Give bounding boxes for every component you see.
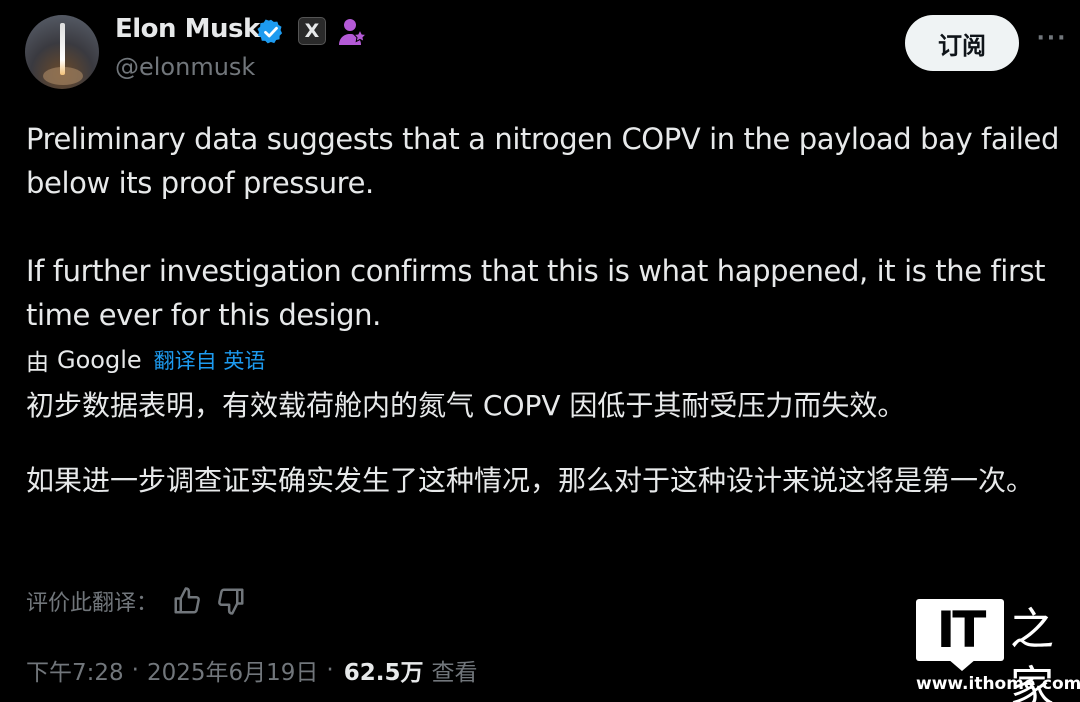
tweet-time[interactable]: 下午7:28 (26, 653, 124, 687)
tweet-date[interactable]: 2025年6月19日 (147, 653, 318, 687)
view-count-label: 查看 (431, 660, 478, 686)
rate-translation-label: 评价此翻译： (26, 591, 159, 616)
view-count: 62.5万 (343, 660, 424, 686)
tweet-text-paragraph-1: Preliminary data suggests that a nitroge… (26, 122, 1059, 200)
verified-badge-icon (257, 19, 283, 44)
ithome-url: www.ithome.com (916, 674, 1080, 694)
avatar-rocket (60, 23, 65, 75)
thumbs-up-icon[interactable] (172, 586, 202, 616)
translation-by-label: 由 (26, 350, 49, 376)
ithome-logo: IT (916, 599, 1004, 661)
translated-from-link[interactable]: 翻译自 英语 (154, 345, 266, 375)
translated-paragraph-1: 初步数据表明，有效载荷舱内的氮气 COPV 因低于其耐受压力而失效。 (26, 389, 906, 422)
ithome-logo-tail (948, 659, 976, 671)
rate-translation-row: 评价此翻译： (26, 584, 246, 618)
subscribe-button[interactable]: 订阅 (905, 15, 1019, 71)
google-label: Google (57, 346, 142, 374)
meta-separator: · (326, 657, 334, 683)
tweet-text-paragraph-2: If further investigation confirms that t… (26, 254, 1046, 332)
translation-attribution: 由 Google 翻译自 英语 (26, 343, 265, 377)
government-badge-icon (339, 19, 368, 45)
tweet-metadata: 下午7:28 · 2025年6月19日 · 62.5万 查看 (26, 652, 477, 688)
x-affiliate-badge-icon: X (298, 17, 326, 45)
author-handle[interactable]: @elonmusk (115, 53, 255, 81)
profile-avatar[interactable] (25, 15, 99, 89)
author-name[interactable]: Elon Musk (115, 14, 260, 44)
translated-paragraph-2: 如果进一步调查证实确实发生了这种情况，那么对于这种设计来说这将是第一次。 (26, 464, 1035, 497)
ithome-watermark: IT 之家 www.ithome.com (912, 597, 1080, 702)
more-options-icon[interactable]: ··· (1034, 26, 1070, 56)
meta-separator: · (131, 657, 139, 683)
thumbs-down-icon[interactable] (216, 586, 246, 616)
